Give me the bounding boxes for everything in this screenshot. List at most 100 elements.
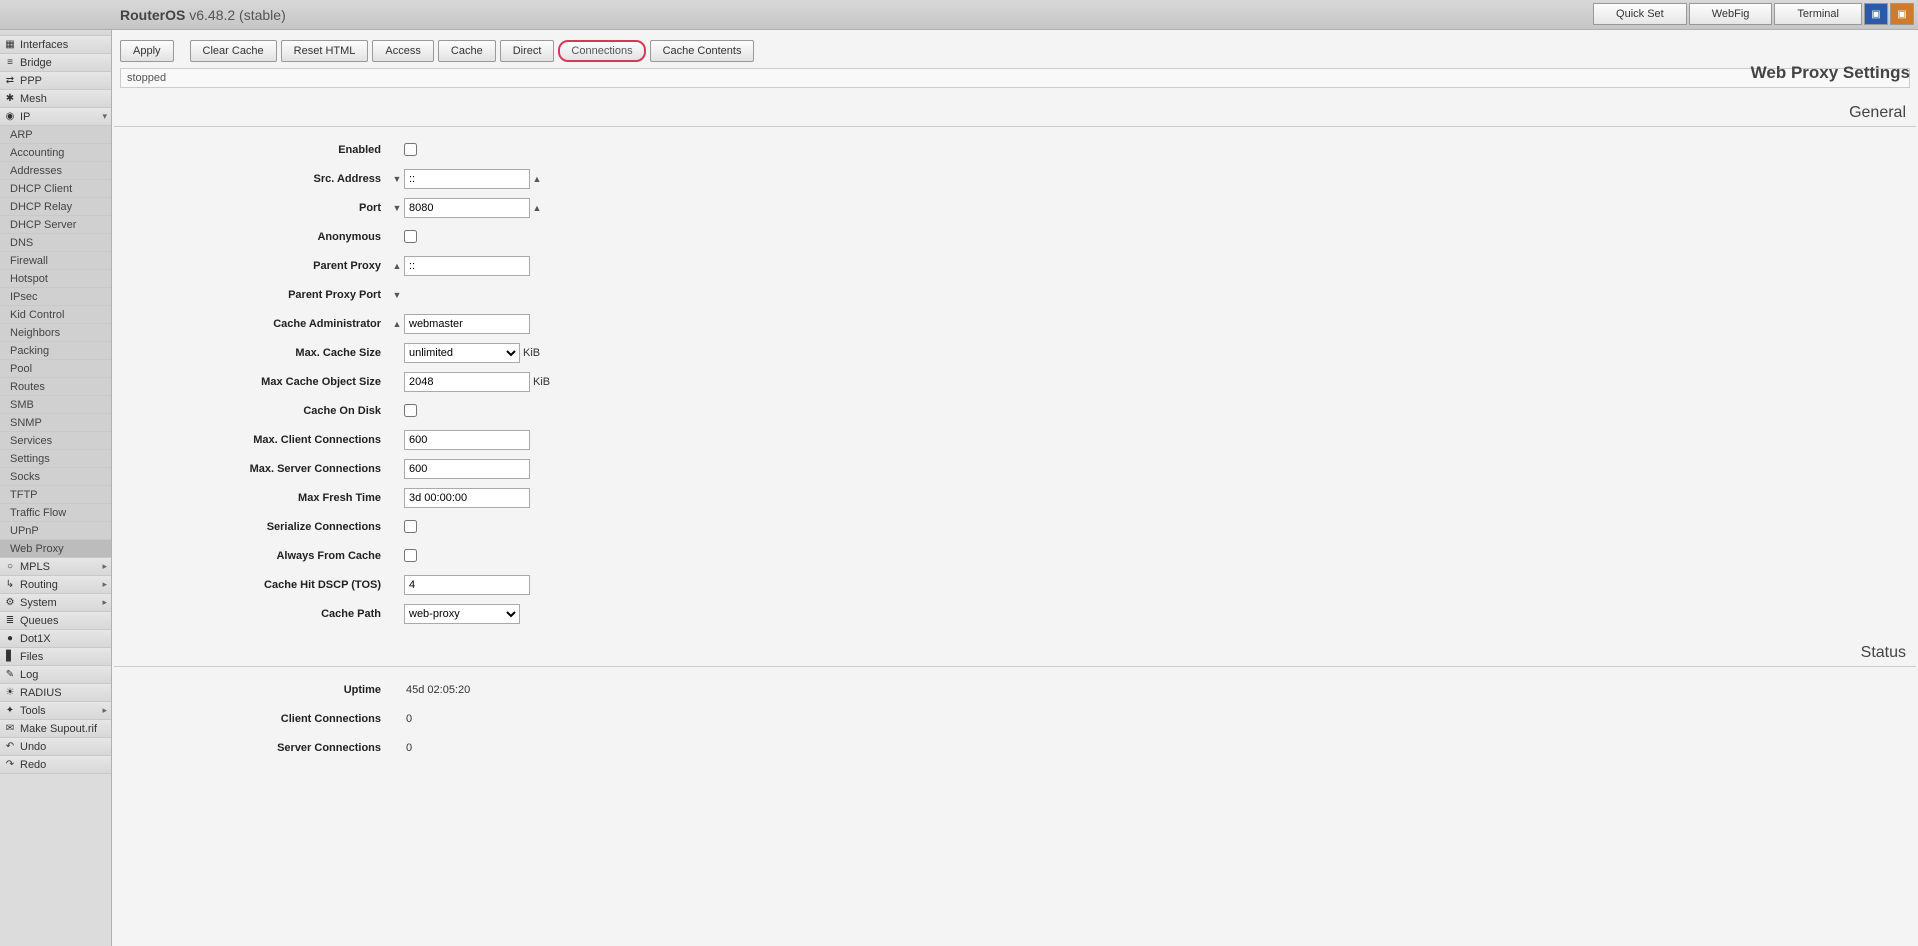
sidebar-icon: ≡	[4, 57, 16, 69]
max-client-conn-label: Max. Client Connections	[120, 434, 390, 446]
sidebar-item-log[interactable]: ✎Log	[0, 666, 111, 684]
sidebar-item-dot1x[interactable]: ●Dot1X	[0, 630, 111, 648]
cache-admin-input[interactable]	[404, 314, 530, 334]
sidebar-item-redo[interactable]: ↷Redo	[0, 756, 111, 774]
sidebar-sub-traffic-flow[interactable]: Traffic Flow	[0, 504, 111, 522]
sidebar-item-undo[interactable]: ↶Undo	[0, 738, 111, 756]
parent-proxy-port-label: Parent Proxy Port	[120, 289, 390, 301]
sidebar-sub-socks[interactable]: Socks	[0, 468, 111, 486]
sidebar-icon: ↶	[4, 741, 16, 753]
sidebar-item-ip[interactable]: ◉IP▾	[0, 108, 111, 126]
sidebar-item-bridge[interactable]: ≡ Bridge	[0, 54, 111, 72]
sidebar-sub-dhcp-relay[interactable]: DHCP Relay	[0, 198, 111, 216]
port-input[interactable]	[404, 198, 530, 218]
sidebar-item-files[interactable]: ▋Files	[0, 648, 111, 666]
cache-contents-button[interactable]: Cache Contents	[650, 40, 755, 62]
sidebar-item-label: Bridge	[20, 57, 52, 69]
sidebar-item-label: Files	[20, 651, 43, 663]
sidebar-sub-snmp[interactable]: SNMP	[0, 414, 111, 432]
parent-proxy-input[interactable]	[404, 256, 530, 276]
enabled-label: Enabled	[120, 144, 390, 156]
sidebar-sub-upnp[interactable]: UPnP	[0, 522, 111, 540]
sidebar-sub-pool[interactable]: Pool	[0, 360, 111, 378]
quick-set-button[interactable]: Quick Set	[1593, 3, 1687, 25]
expand-toggle-icon[interactable]: ▲	[390, 261, 404, 271]
max-server-conn-input[interactable]	[404, 459, 530, 479]
sidebar-sub-neighbors[interactable]: Neighbors	[0, 324, 111, 342]
sidebar-item-label: Routing	[20, 579, 58, 591]
kib-unit: KiB	[520, 347, 540, 359]
sidebar-icon: ↷	[4, 759, 16, 771]
client-conn-value: 0	[404, 713, 412, 725]
max-client-conn-input[interactable]	[404, 430, 530, 450]
reset-html-button[interactable]: Reset HTML	[281, 40, 369, 62]
sidebar-sub-ipsec[interactable]: IPsec	[0, 288, 111, 306]
connections-button[interactable]: Connections	[558, 40, 645, 62]
sidebar-item-mesh[interactable]: ✱Mesh	[0, 90, 111, 108]
header: RouterOS v6.48.2 (stable) Quick Set WebF…	[0, 0, 1918, 30]
sidebar-item-queues[interactable]: ≣Queues	[0, 612, 111, 630]
collapse-toggle-icon[interactable]: ▼	[390, 203, 404, 213]
sidebar-sub-dhcp-client[interactable]: DHCP Client	[0, 180, 111, 198]
header-icon-orange[interactable]: ▣	[1890, 3, 1914, 25]
cache-admin-label: Cache Administrator	[120, 318, 390, 330]
sidebar-item-mpls[interactable]: ○MPLS▸	[0, 558, 111, 576]
direct-button[interactable]: Direct	[500, 40, 555, 62]
cache-hit-dscp-label: Cache Hit DSCP (TOS)	[120, 579, 390, 591]
form-general: Enabled Src. Address ▼ ▲ Port ▼ ▲ Anonym…	[112, 127, 1918, 628]
sidebar-sub-services[interactable]: Services	[0, 432, 111, 450]
cache-path-label: Cache Path	[120, 608, 390, 620]
clear-cache-button[interactable]: Clear Cache	[190, 40, 277, 62]
sidebar-sub-addresses[interactable]: Addresses	[0, 162, 111, 180]
expand-toggle-icon[interactable]: ▲	[390, 319, 404, 329]
sidebar-icon: ○	[4, 561, 16, 573]
chevron-down-icon: ▾	[102, 111, 107, 122]
apply-button[interactable]: Apply	[120, 40, 174, 62]
sidebar-item-ppp[interactable]: ⇄PPP	[0, 72, 111, 90]
sidebar-sub-dhcp-server[interactable]: DHCP Server	[0, 216, 111, 234]
webfig-button[interactable]: WebFig	[1689, 3, 1773, 25]
serialize-checkbox[interactable]	[404, 520, 417, 533]
cache-on-disk-checkbox[interactable]	[404, 404, 417, 417]
sidebar-item-routing[interactable]: ↳Routing▸	[0, 576, 111, 594]
sidebar-sub-kid-control[interactable]: Kid Control	[0, 306, 111, 324]
sidebar-sub-tftp[interactable]: TFTP	[0, 486, 111, 504]
header-buttons: Quick Set WebFig Terminal ▣ ▣	[1593, 3, 1914, 25]
sidebar-item-label: RADIUS	[20, 687, 62, 699]
terminal-button[interactable]: Terminal	[1774, 3, 1862, 25]
src-address-input[interactable]	[404, 169, 530, 189]
max-cache-size-label: Max. Cache Size	[120, 347, 390, 359]
sidebar-sub-arp[interactable]: ARP	[0, 126, 111, 144]
enabled-checkbox[interactable]	[404, 143, 417, 156]
collapse-toggle-icon[interactable]: ▼	[390, 174, 404, 184]
max-cache-obj-input[interactable]	[404, 372, 530, 392]
cache-hit-dscp-input[interactable]	[404, 575, 530, 595]
sidebar-item-tools[interactable]: ✦Tools▸	[0, 702, 111, 720]
sidebar-sub-packing[interactable]: Packing	[0, 342, 111, 360]
sidebar-sub-hotspot[interactable]: Hotspot	[0, 270, 111, 288]
kib-unit: KiB	[530, 376, 550, 388]
sidebar-item-system[interactable]: ⚙System▸	[0, 594, 111, 612]
cache-button[interactable]: Cache	[438, 40, 496, 62]
access-button[interactable]: Access	[372, 40, 433, 62]
sidebar-icon: ⚙	[4, 597, 16, 609]
sidebar-item-radius[interactable]: ☀RADIUS	[0, 684, 111, 702]
cache-path-select[interactable]: web-proxy	[404, 604, 520, 624]
sidebar-sub-firewall[interactable]: Firewall	[0, 252, 111, 270]
sidebar-sub-dns[interactable]: DNS	[0, 234, 111, 252]
always-from-cache-checkbox[interactable]	[404, 549, 417, 562]
max-fresh-time-input[interactable]	[404, 488, 530, 508]
sidebar-item-interfaces[interactable]: ▦Interfaces	[0, 36, 111, 54]
expand-toggle-icon[interactable]: ▲	[530, 203, 544, 213]
sidebar-sub-routes[interactable]: Routes	[0, 378, 111, 396]
header-icon-blue[interactable]: ▣	[1864, 3, 1888, 25]
max-cache-size-select[interactable]: unlimited	[404, 343, 520, 363]
sidebar-item-make-supout-rif[interactable]: ✉Make Supout.rif	[0, 720, 111, 738]
sidebar-sub-settings[interactable]: Settings	[0, 450, 111, 468]
collapse-toggle-icon[interactable]: ▼	[390, 290, 404, 300]
sidebar-sub-smb[interactable]: SMB	[0, 396, 111, 414]
sidebar-sub-web-proxy[interactable]: Web Proxy	[0, 540, 111, 558]
expand-toggle-icon[interactable]: ▲	[530, 174, 544, 184]
anonymous-checkbox[interactable]	[404, 230, 417, 243]
sidebar-sub-accounting[interactable]: Accounting	[0, 144, 111, 162]
